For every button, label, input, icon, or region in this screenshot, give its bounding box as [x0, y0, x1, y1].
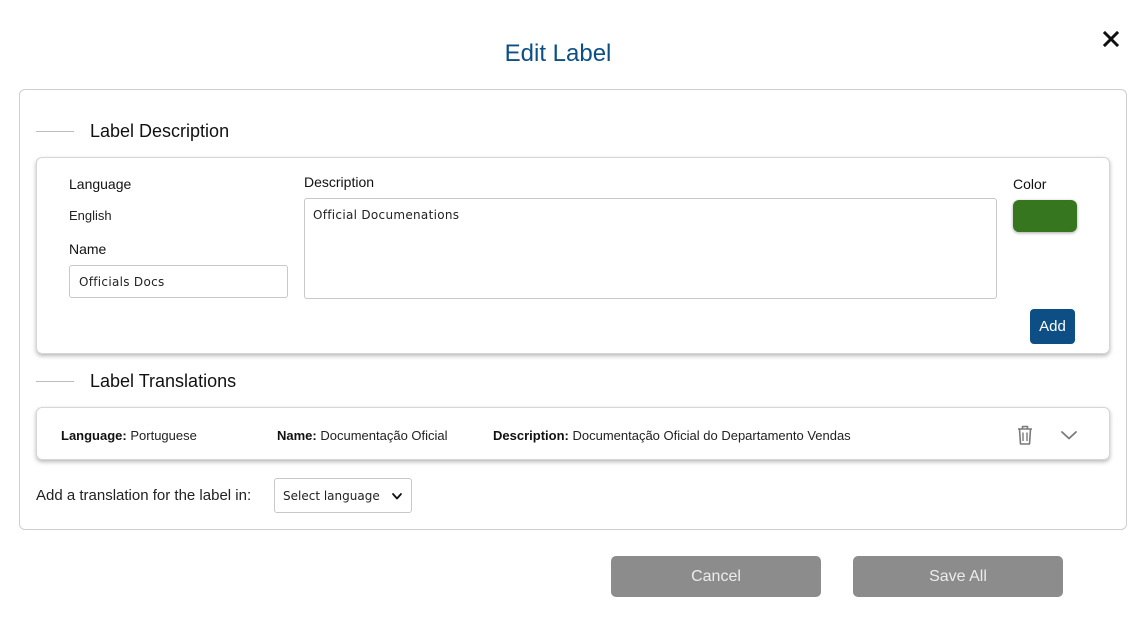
cancel-button[interactable]: Cancel	[611, 556, 821, 597]
close-button[interactable]	[1098, 26, 1124, 52]
language-value: English	[69, 208, 112, 223]
language-label: Language	[69, 176, 132, 192]
dialog-title: Edit Label	[504, 40, 612, 67]
name-input[interactable]	[69, 265, 288, 298]
color-label: Color	[1013, 176, 1047, 192]
translation-name: Name: Documentação Oficial	[277, 428, 448, 443]
translation-name-key: Name:	[277, 428, 317, 443]
translation-language: Language: Portuguese	[61, 428, 197, 443]
translation-language-key: Language:	[61, 428, 127, 443]
chevron-down-icon	[1061, 431, 1077, 440]
translation-language-value: Portuguese	[130, 428, 197, 443]
trash-icon	[1018, 425, 1032, 445]
translation-name-value: Documentação Oficial	[320, 428, 448, 443]
heading-divider	[36, 381, 74, 382]
close-icon	[1102, 30, 1120, 48]
color-picker-swatch[interactable]	[1013, 200, 1077, 232]
add-translation-prompt: Add a translation for the label in:	[36, 487, 252, 504]
add-button[interactable]: Add	[1030, 309, 1075, 344]
label-description-heading: Label Description	[36, 121, 229, 142]
label-description-title: Label Description	[90, 121, 230, 141]
name-label: Name	[69, 241, 107, 257]
language-select-value: Select language	[283, 488, 380, 503]
chevron-down-icon	[392, 492, 402, 499]
label-translations-title: Label Translations	[90, 371, 237, 391]
delete-translation-button[interactable]	[1014, 423, 1036, 447]
heading-divider	[36, 131, 74, 132]
expand-translation-button[interactable]	[1058, 424, 1080, 446]
description-textarea[interactable]: Official Documenations	[304, 198, 997, 299]
translation-description-key: Description:	[493, 428, 569, 443]
label-translations-heading: Label Translations	[36, 371, 236, 392]
save-all-button[interactable]: Save All	[853, 556, 1063, 597]
translation-description-value: Documentação Oficial do Departamento Ven…	[572, 428, 851, 443]
description-label: Description	[304, 174, 375, 190]
translation-description: Description: Documentação Oficial do Dep…	[493, 428, 851, 443]
language-select[interactable]: Select language	[274, 478, 412, 513]
